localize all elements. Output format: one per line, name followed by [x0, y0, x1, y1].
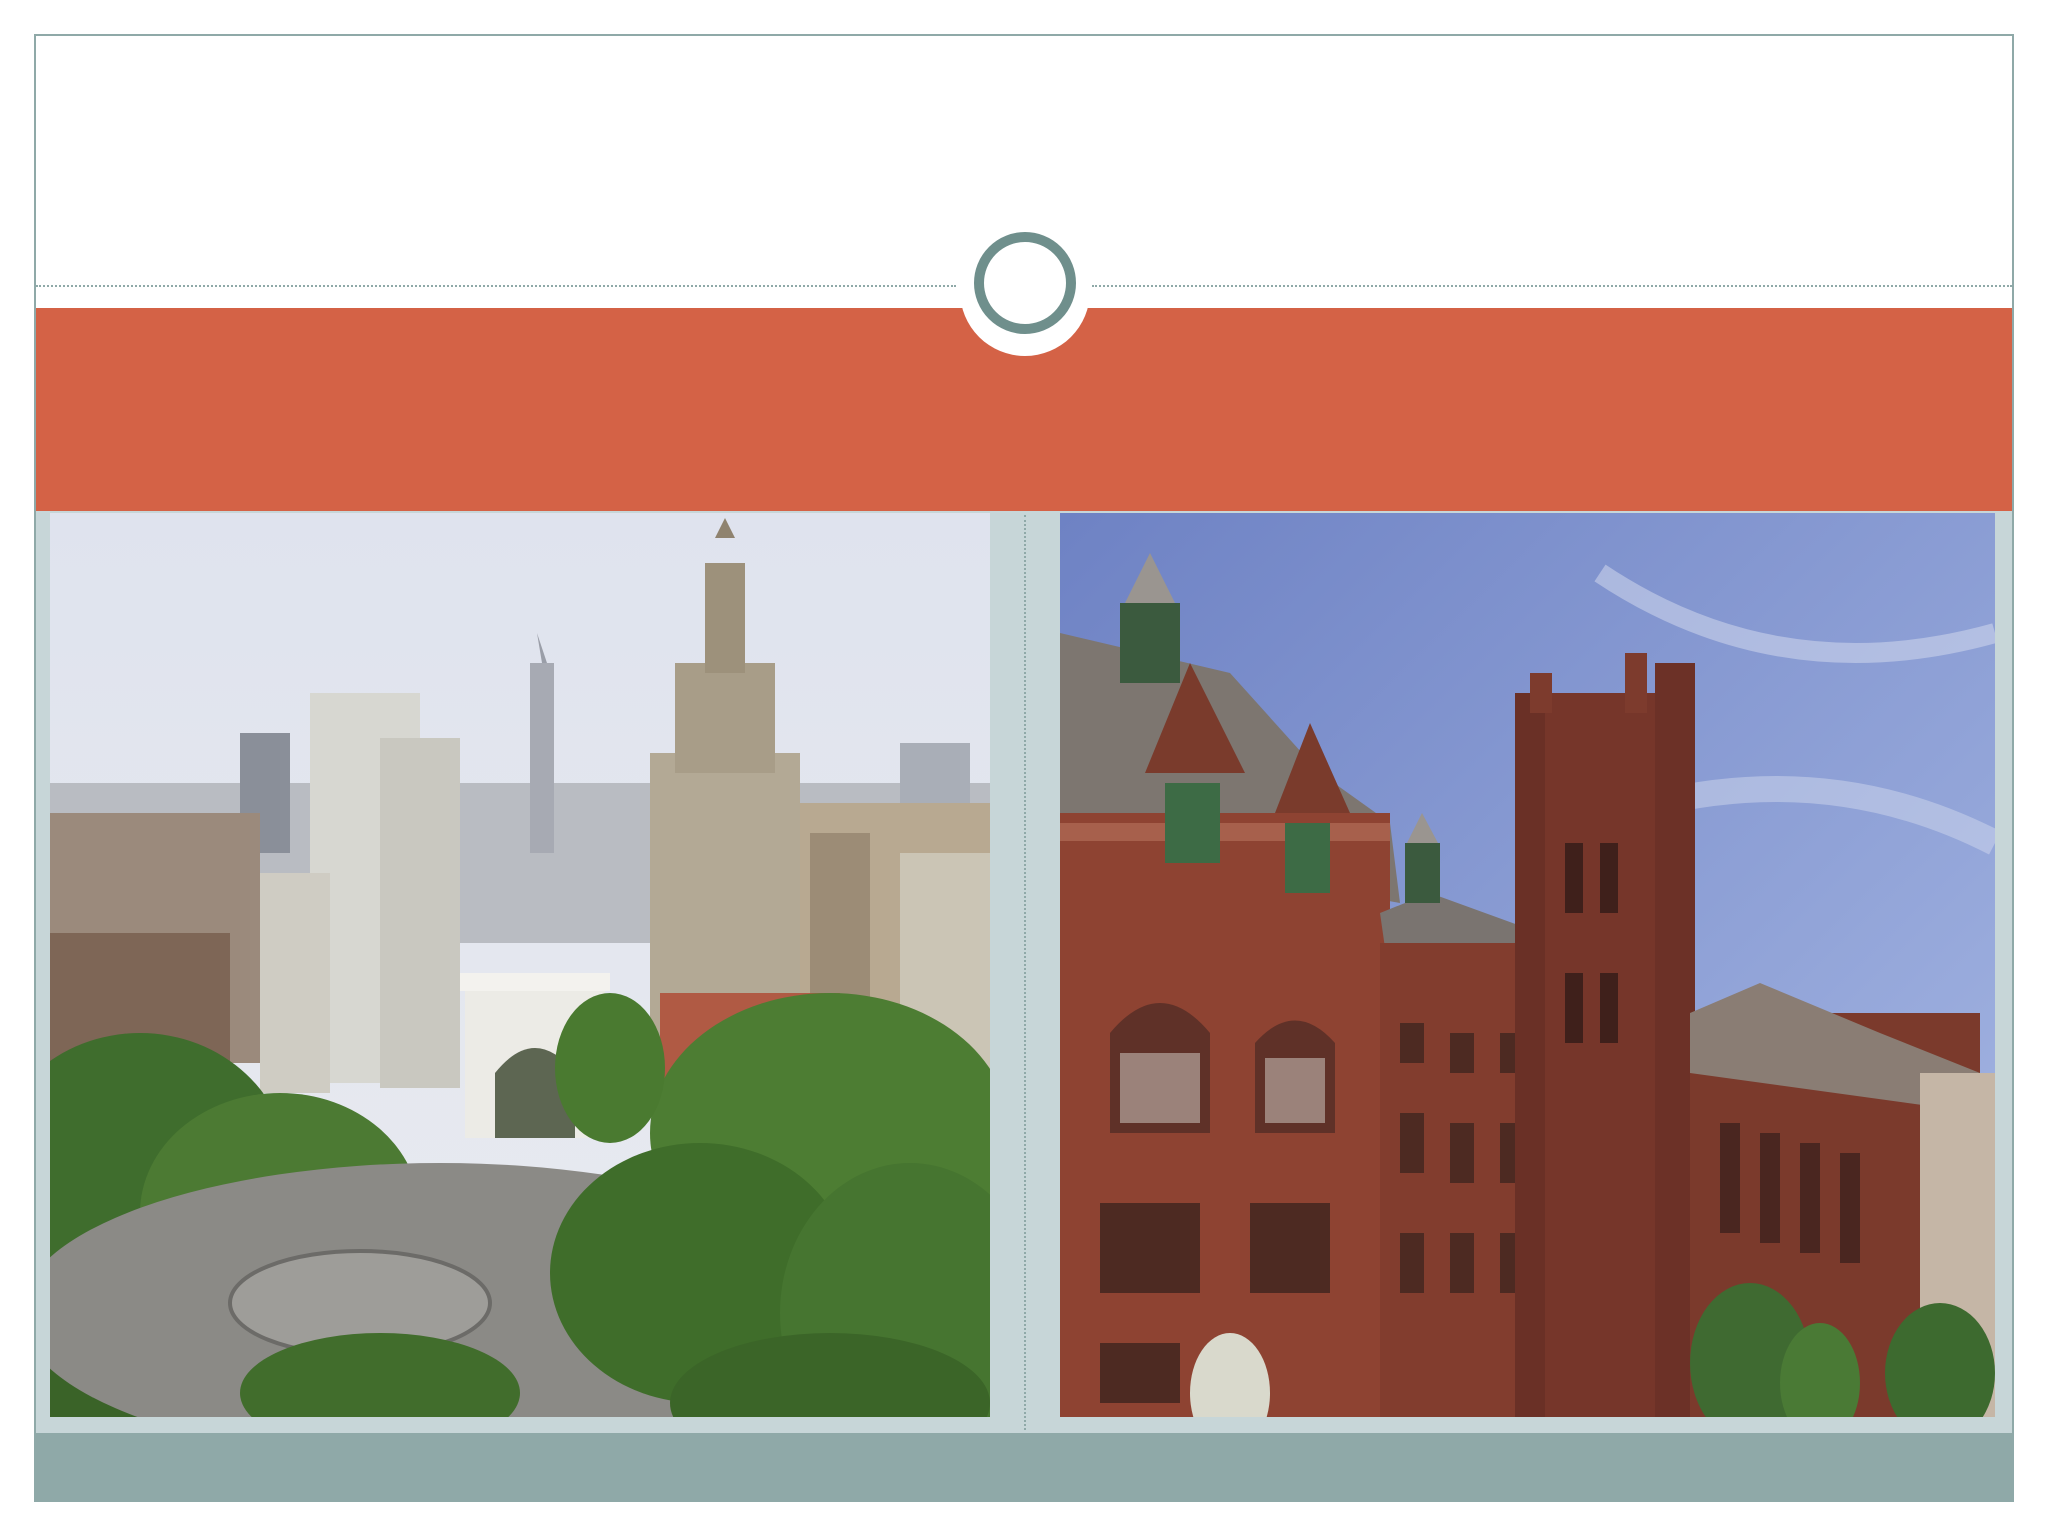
circle-ornament	[974, 232, 1076, 334]
red-brick-gothic-building-image	[1060, 513, 1995, 1417]
red-brick-gothic-building-photo[interactable]	[1060, 513, 1995, 1417]
title-divider-left	[36, 285, 956, 287]
column-divider	[1024, 515, 1026, 1430]
washington-square-park-photo[interactable]	[50, 513, 990, 1417]
footer-band	[36, 1433, 2012, 1500]
washington-square-park-image	[50, 513, 990, 1417]
title-divider-right	[1092, 285, 2012, 287]
